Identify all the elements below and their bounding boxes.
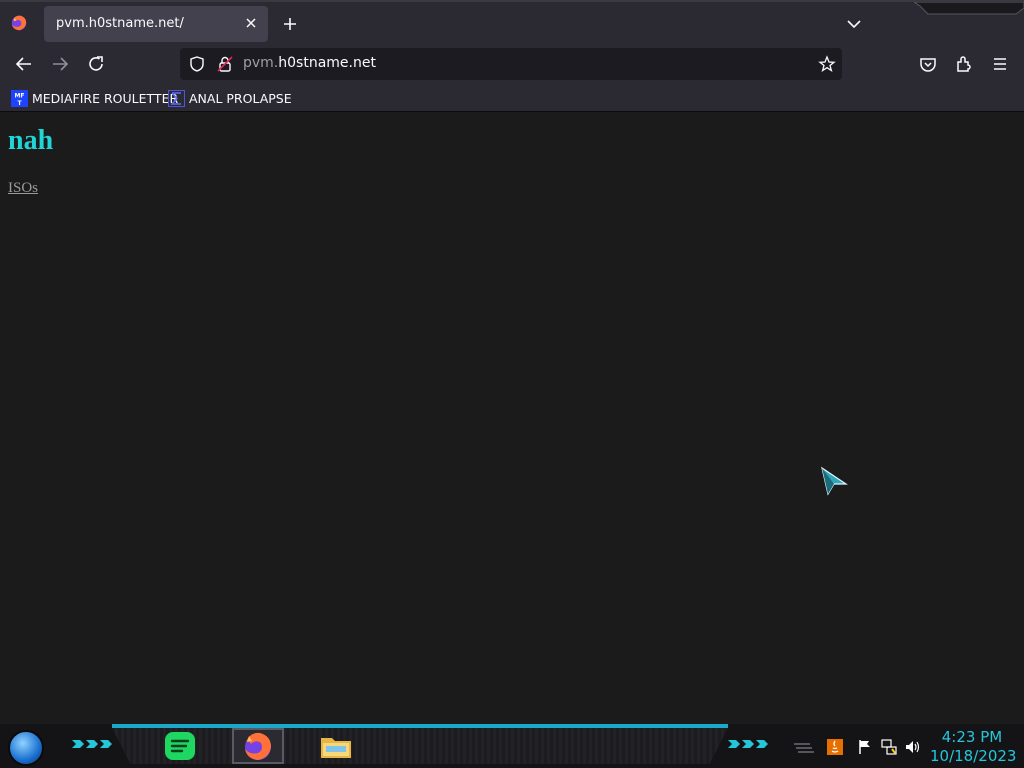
start-button[interactable]	[8, 730, 44, 766]
star-icon[interactable]	[818, 55, 836, 73]
mouse-cursor-icon	[821, 466, 848, 496]
hamburger-menu-icon[interactable]	[990, 54, 1010, 74]
clock-time[interactable]: 4:23 PM	[930, 728, 1014, 746]
volume-icon[interactable]	[904, 738, 922, 756]
tab-title: pvm.h0stname.net/	[56, 16, 184, 31]
mft-favicon-icon: MF T	[11, 89, 28, 107]
taskbar-center-panel	[112, 728, 728, 764]
arrow-right-icon[interactable]	[50, 54, 70, 74]
new-tab-plus-icon[interactable]	[280, 14, 300, 34]
arrow-left-icon[interactable]	[14, 54, 34, 74]
chevron-decoration-icon	[72, 740, 112, 748]
sigma-favicon-icon	[168, 89, 185, 107]
url-bar[interactable]: pvm.h0stname.net	[180, 48, 842, 80]
firefox-icon[interactable]	[10, 14, 28, 32]
chevron-down-icon[interactable]	[844, 14, 864, 34]
bookmark-label: ANAL PROLAPSE	[189, 90, 292, 106]
bookmark-anal-prolapse[interactable]: ANAL PROLAPSE	[168, 89, 292, 107]
lock-icon[interactable]	[216, 55, 234, 73]
tab-active[interactable]: pvm.h0stname.net/	[44, 6, 268, 42]
network-icon[interactable]	[880, 738, 898, 756]
svg-text:MF: MF	[14, 92, 24, 99]
bookmark-mediafire-rouletter[interactable]: MF T MEDIAFIRE ROULETTER	[11, 89, 178, 107]
taskbar-accent-strip	[112, 724, 728, 728]
window-frame-decoration	[914, 2, 1024, 15]
pocket-icon[interactable]	[918, 54, 938, 74]
java-icon[interactable]	[826, 738, 844, 756]
url-domain: h0stname.net	[278, 55, 376, 71]
flag-icon[interactable]	[856, 738, 874, 756]
show-hidden-icons-icon[interactable]	[792, 738, 816, 756]
firefox-icon[interactable]	[240, 730, 276, 762]
url-text[interactable]: pvm.h0stname.net	[243, 55, 376, 71]
tab-strip: pvm.h0stname.net/	[0, 0, 1024, 44]
spotify-icon[interactable]	[162, 730, 198, 762]
url-subdomain: pvm.	[243, 55, 279, 71]
file-explorer-icon[interactable]	[318, 730, 354, 762]
taskbar	[0, 724, 1024, 768]
shield-icon[interactable]	[188, 55, 206, 73]
isos-link[interactable]: ISOs	[8, 180, 38, 197]
chevron-decoration-icon	[728, 740, 768, 748]
extensions-icon[interactable]	[954, 54, 974, 74]
navigation-toolbar: pvm.h0stname.net	[0, 44, 1024, 84]
clock-date[interactable]: 10/18/2023	[930, 747, 1016, 765]
bookmark-label: MEDIAFIRE ROULETTER	[32, 90, 179, 106]
bookmarks-toolbar: MF T MEDIAFIRE ROULETTER ANAL PROLAPSE	[0, 84, 1024, 112]
reload-icon[interactable]	[86, 54, 106, 74]
page-heading: nah	[8, 125, 54, 156]
close-icon[interactable]	[242, 14, 260, 32]
web-page-content: nah ISOs	[0, 113, 1024, 724]
